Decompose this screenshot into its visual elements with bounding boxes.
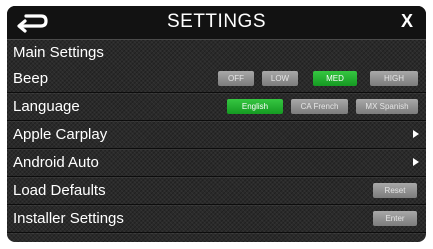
language-option-mx-spanish[interactable]: MX Spanish (356, 99, 418, 114)
reset-button[interactable]: Reset (373, 183, 417, 198)
beep-row: Beep OFF LOW MED HIGH (7, 65, 426, 93)
chevron-right-icon (413, 130, 419, 138)
settings-screen: SETTINGS X Main Settings Beep OFF LOW ME… (7, 6, 426, 242)
apple-carplay-label: Apple Carplay (13, 126, 108, 143)
android-auto-label: Android Auto (13, 154, 99, 171)
language-label: Language (13, 98, 80, 115)
close-button[interactable]: X (397, 11, 417, 33)
beep-option-off[interactable]: OFF (218, 71, 254, 86)
header-bar: SETTINGS X (7, 6, 426, 40)
beep-option-low[interactable]: LOW (262, 71, 298, 86)
section-title: Main Settings (13, 44, 104, 61)
load-defaults-label: Load Defaults (13, 182, 106, 199)
language-option-english[interactable]: English (227, 99, 283, 114)
installer-settings-label: Installer Settings (13, 210, 124, 227)
chevron-right-icon (413, 158, 419, 166)
beep-label: Beep (13, 70, 49, 87)
language-row: Language English CA French MX Spanish (7, 93, 426, 121)
beep-option-med[interactable]: MED (313, 71, 357, 86)
language-option-ca-french[interactable]: CA French (291, 99, 348, 114)
beep-option-high[interactable]: HIGH (370, 71, 418, 86)
page-title: SETTINGS (166, 11, 266, 32)
load-defaults-row: Load Defaults Reset (7, 177, 426, 205)
device-frame: SETTINGS X Main Settings Beep OFF LOW ME… (0, 0, 433, 249)
installer-settings-row: Installer Settings Enter (7, 205, 426, 233)
enter-button[interactable]: Enter (373, 211, 417, 226)
android-auto-row[interactable]: Android Auto (7, 149, 426, 177)
apple-carplay-row[interactable]: Apple Carplay (7, 121, 426, 149)
